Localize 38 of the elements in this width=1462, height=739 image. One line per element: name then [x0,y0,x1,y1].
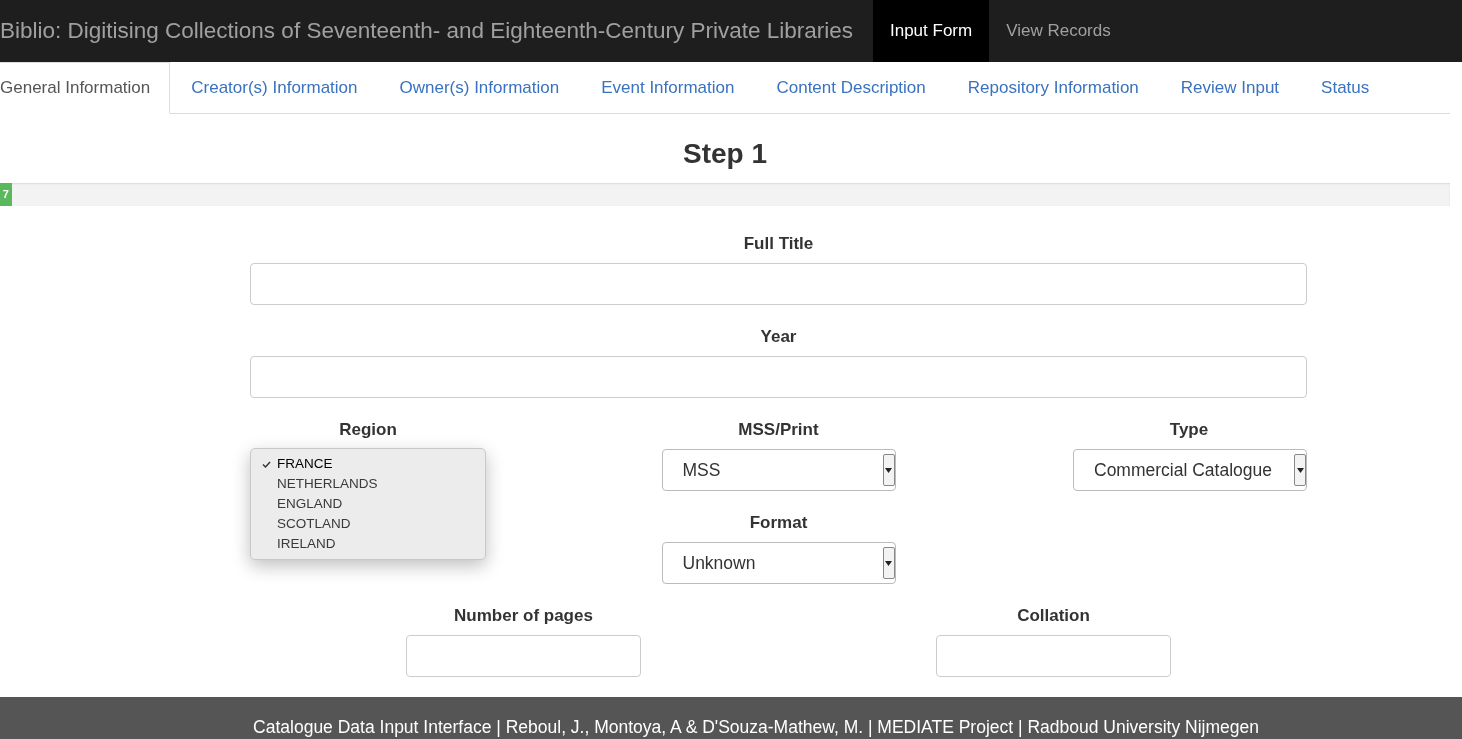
tab[interactable]: Review Input [1159,62,1301,114]
input-field[interactable] [250,263,1307,305]
caret-icon [1294,454,1306,486]
footer-text: Catalogue Data Input Interface | Reboul, J., Montoya, A & D'Souza-Mathew, M. | MEDIATE Project | Radboud University Nijmegen [253,718,1259,739]
tab[interactable]: Creator(s) Information [170,62,379,114]
nav-link[interactable]: View Records [989,0,1128,62]
select-field[interactable]: MSS [661,449,896,491]
select-field[interactable]: Commercial Catalogue [1073,449,1307,491]
field-label: Full Title [742,234,815,253]
dropdown-option[interactable]: IRELAND [251,534,485,554]
caret-icon [882,454,895,486]
step-heading: Step 1 [682,137,768,171]
tab[interactable]: Event Information [580,62,756,114]
field-label: Year [759,327,798,346]
field-label: Format [748,513,809,532]
nav-link[interactable]: Input Form [872,0,990,62]
check-icon [262,460,271,468]
field-label: Collation [1017,606,1090,625]
tab[interactable]: General Information [0,62,171,114]
field-label: Number of pages [454,606,593,625]
field-label: MSS/Print [737,420,820,439]
tab[interactable]: Content Description [755,62,947,114]
site-title[interactable]: Biblio: Digitising Collections of Seventeenth- and Eighteenth-Century Private Libraries [0,14,853,48]
input-field[interactable] [936,635,1171,677]
dropdown-option[interactable]: SCOTLAND [251,514,485,534]
field-label: Region [338,420,398,439]
caret-icon [882,547,895,579]
input-field[interactable] [406,635,641,677]
tab[interactable]: Repository Information [946,62,1160,114]
tab[interactable]: Owner(s) Information [378,62,581,114]
field-label: Type [1168,420,1210,439]
dropdown-option[interactable]: ENGLAND [251,494,485,514]
dropdown-option[interactable]: FRANCE [251,454,485,474]
input-field[interactable] [250,356,1307,398]
dropdown-option[interactable]: NETHERLANDS [251,474,485,494]
tab[interactable]: Status [1300,62,1391,114]
select-field[interactable]: Unknown [661,542,896,584]
progress-label: 7 [2,189,9,200]
